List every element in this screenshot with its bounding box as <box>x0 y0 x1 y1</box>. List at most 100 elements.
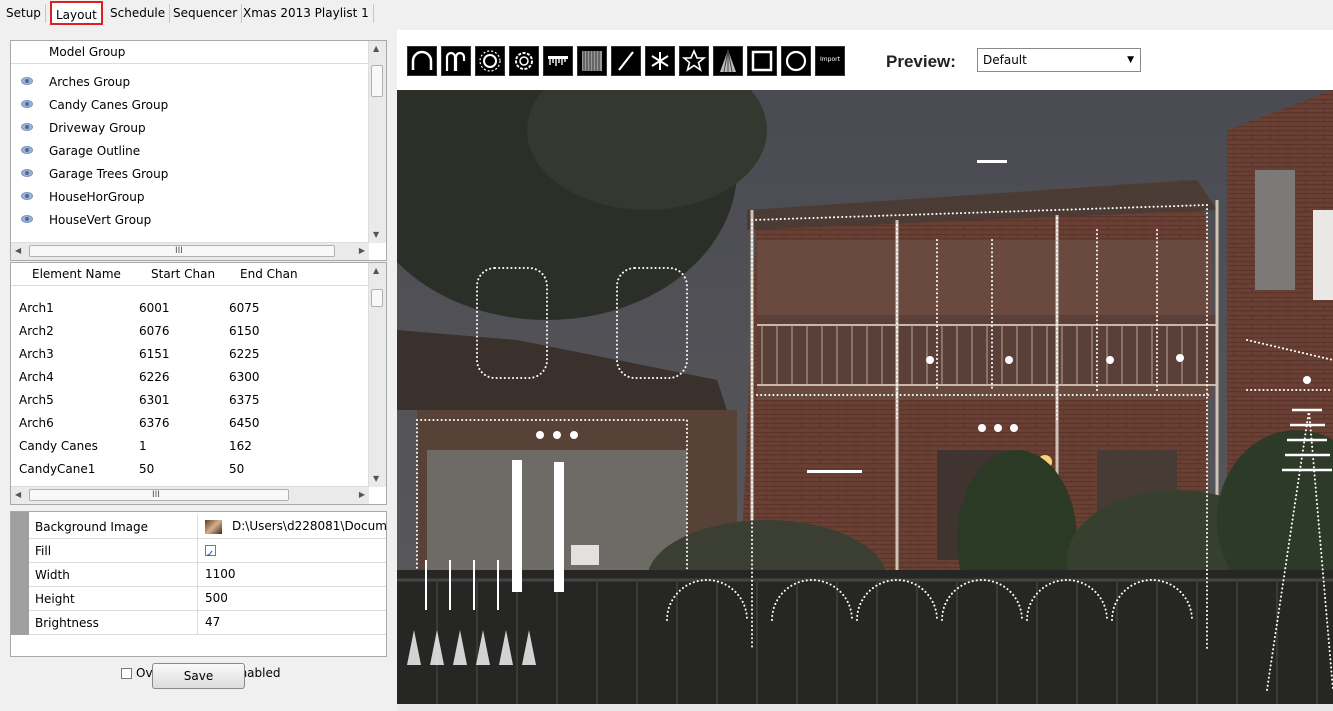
icicles-tool-button[interactable] <box>543 46 573 76</box>
preview-label: Preview: <box>886 52 956 71</box>
circle-icon <box>785 50 807 72</box>
table-row[interactable]: Arch4 6226 6300 <box>11 366 369 389</box>
property-brightness[interactable]: Brightness 47 <box>29 611 386 635</box>
property-fill[interactable]: Fill <box>29 539 386 563</box>
scroll-right-icon[interactable]: ▶ <box>359 246 365 256</box>
snowflake-icon <box>651 52 669 70</box>
tab-bar: Setup Layout Schedule Sequencer Xmas 201… <box>0 0 1333 30</box>
import-tool-button[interactable]: Import <box>815 46 845 76</box>
horizontal-scrollbar[interactable]: ◀ III ▶ <box>11 242 369 260</box>
tree-tool-button[interactable] <box>713 46 743 76</box>
list-item[interactable]: Driveway Group <box>11 117 369 140</box>
tab-sequencer[interactable]: Sequencer <box>169 4 243 23</box>
scroll-left-icon[interactable]: ◀ <box>15 490 21 500</box>
wreath-tool-button[interactable] <box>509 46 539 76</box>
scroll-up-icon[interactable]: ▲ <box>373 44 379 54</box>
tab-schedule[interactable]: Schedule <box>106 4 171 23</box>
table-row[interactable]: CandyCane1 50 50 <box>11 458 369 481</box>
overlap-checkbox[interactable] <box>121 668 132 679</box>
matrix-tool-button[interactable] <box>577 46 607 76</box>
single-line-tool-button[interactable] <box>611 46 641 76</box>
layout-preview-canvas[interactable] <box>397 90 1333 704</box>
star-circle-tool-button[interactable] <box>475 46 505 76</box>
scroll-thumb[interactable]: III <box>29 489 289 501</box>
list-item[interactable]: Garage Outline <box>11 140 369 163</box>
tree-icon <box>720 49 736 73</box>
window-frame-icon <box>751 50 773 72</box>
column-end-chan[interactable]: End Chan <box>240 267 298 281</box>
tab-layout[interactable]: Layout <box>50 1 103 25</box>
window-frame-tool-button[interactable] <box>747 46 777 76</box>
left-panel: Model Group Arches Group Candy Canes Gro… <box>0 30 397 711</box>
dotted-light-strings <box>416 204 1333 691</box>
eye-icon[interactable] <box>21 215 33 223</box>
table-row[interactable]: Arch5 6301 6375 <box>11 389 369 412</box>
property-background-image[interactable]: Background Image D:\Users\d228081\Docume <box>29 515 386 539</box>
scroll-thumb[interactable] <box>371 65 383 97</box>
scroll-right-icon[interactable]: ▶ <box>359 490 365 500</box>
arch-tool-button[interactable] <box>407 46 437 76</box>
matrix-icon <box>582 51 602 71</box>
snowflake-tool-button[interactable] <box>645 46 675 76</box>
property-width[interactable]: Width 1100 <box>29 563 386 587</box>
line-icon <box>618 51 634 71</box>
eye-icon[interactable] <box>21 146 33 154</box>
list-item[interactable]: HouseVert Group <box>11 209 369 232</box>
arch-icon <box>411 50 433 70</box>
canvas-bottom-strip <box>397 704 1333 711</box>
list-item[interactable]: HouseHorGroup <box>11 186 369 209</box>
table-row[interactable]: Arch6 6376 6450 <box>11 412 369 435</box>
eye-icon[interactable] <box>21 123 33 131</box>
candy-cane-icon <box>445 51 466 71</box>
element-list-header: Element Name Start Chan End Chan <box>11 263 369 286</box>
table-row[interactable]: Arch1 6001 6075 <box>11 297 369 320</box>
light-models-overlay <box>407 160 1333 691</box>
star-tool-button[interactable] <box>679 46 709 76</box>
width-field[interactable]: 1100 <box>197 563 386 586</box>
table-row[interactable]: Arch3 6151 6225 <box>11 343 369 366</box>
save-button[interactable]: Save <box>152 663 245 689</box>
eye-icon[interactable] <box>21 169 33 177</box>
scroll-thumb[interactable] <box>371 289 383 307</box>
preview-select-value: Default <box>983 53 1027 67</box>
model-group-column-header[interactable]: Model Group <box>49 45 125 59</box>
image-thumbnail-icon <box>205 519 222 534</box>
vertical-scrollbar[interactable]: ▲ ▼ <box>368 41 386 243</box>
scroll-down-icon[interactable]: ▼ <box>373 474 379 484</box>
list-item[interactable]: Garage Trees Group <box>11 163 369 186</box>
fill-checkbox[interactable] <box>205 543 216 562</box>
horizontal-scrollbar[interactable]: ◀ III ▶ <box>11 486 369 504</box>
list-item[interactable]: Candy Canes Group <box>11 94 369 117</box>
model-group-list[interactable]: Model Group Arches Group Candy Canes Gro… <box>10 40 387 261</box>
background-image-path[interactable]: D:\Users\d228081\Docume <box>232 519 386 533</box>
table-row[interactable]: Arch2 6076 6150 <box>11 320 369 343</box>
column-element-name[interactable]: Element Name <box>32 267 121 281</box>
list-item[interactable]: Arches Group <box>11 71 369 94</box>
scroll-down-icon[interactable]: ▼ <box>373 230 379 240</box>
eye-icon[interactable] <box>21 100 33 108</box>
eye-icon[interactable] <box>21 192 33 200</box>
wreath-icon <box>515 52 533 70</box>
element-list[interactable]: Element Name Start Chan End Chan Arch1 60… <box>10 262 387 505</box>
preview-select[interactable]: Default ▼ <box>977 48 1141 72</box>
icicles-icon <box>548 56 568 66</box>
brightness-field[interactable]: 47 <box>197 611 386 634</box>
starburst-icon <box>479 50 501 72</box>
column-start-chan[interactable]: Start Chan <box>151 267 215 281</box>
table-row[interactable]: Candy Canes 1 162 <box>11 435 369 458</box>
property-grid: Background Image D:\Users\d228081\Docume… <box>10 511 387 657</box>
tab-playlist[interactable]: Xmas 2013 Playlist 1 <box>239 4 374 23</box>
scroll-up-icon[interactable]: ▲ <box>373 266 379 276</box>
model-toolbar: Import Preview: Default ▼ <box>397 30 1333 90</box>
scroll-left-icon[interactable]: ◀ <box>15 246 21 256</box>
height-field[interactable]: 500 <box>197 587 386 610</box>
vertical-scrollbar[interactable]: ▲ ▼ <box>368 263 386 487</box>
eye-icon[interactable] <box>21 77 33 85</box>
grip-icon: III <box>175 246 183 256</box>
candy-cane-tool-button[interactable] <box>441 46 471 76</box>
light-fixtures <box>407 160 1311 665</box>
tab-setup[interactable]: Setup <box>2 4 46 23</box>
scroll-thumb[interactable]: III <box>29 245 335 257</box>
circle-tool-button[interactable] <box>781 46 811 76</box>
property-height[interactable]: Height 500 <box>29 587 386 611</box>
